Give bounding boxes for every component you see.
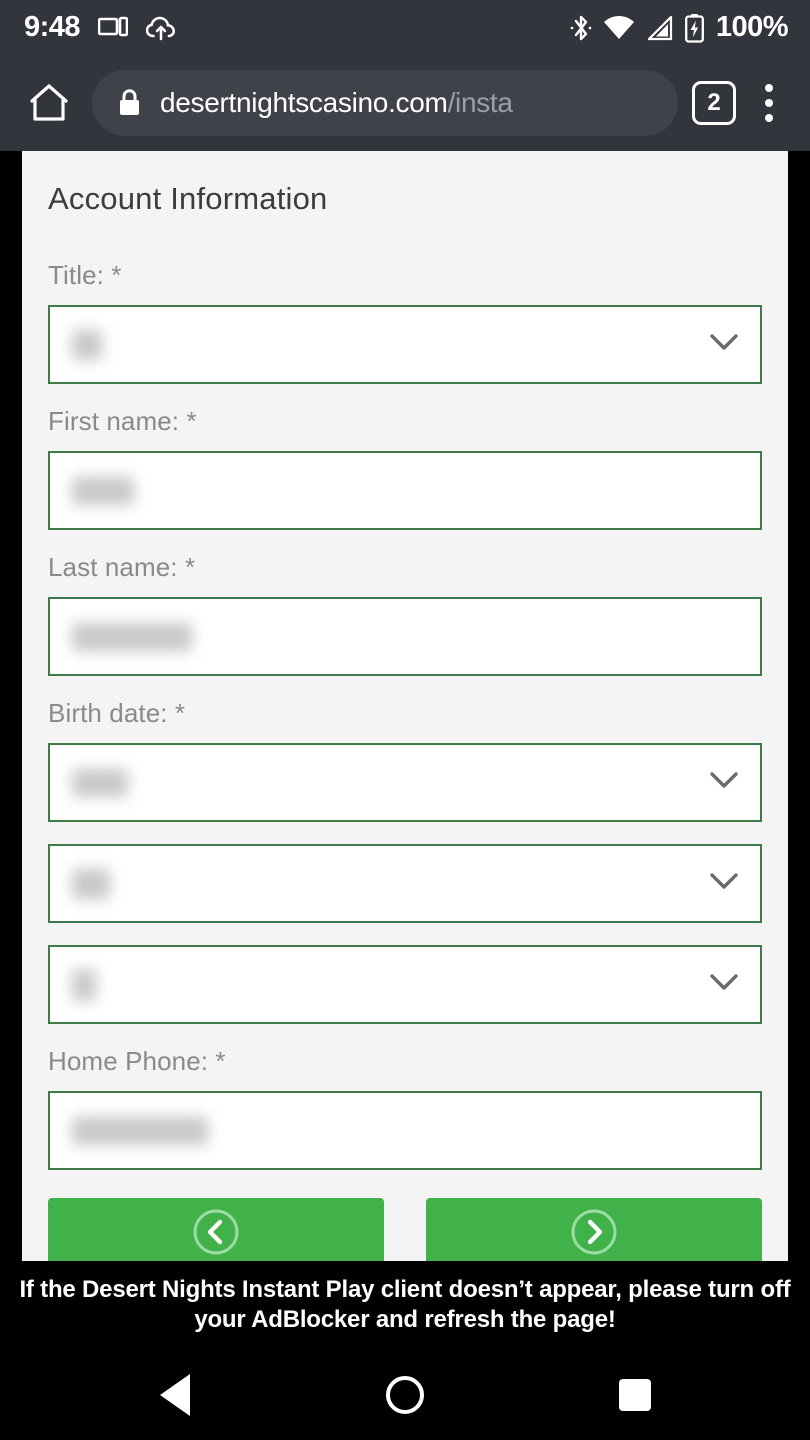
lock-icon (118, 89, 141, 117)
birth-month-select[interactable] (48, 743, 762, 822)
android-device-screen: 9:48 100% desertnightscasino.com/insta 2… (0, 0, 810, 1440)
title-value-redacted (72, 329, 102, 360)
adblocker-notice: If the Desert Nights Instant Play client… (0, 1261, 810, 1350)
birth-year-value-redacted (72, 968, 96, 1001)
overflow-menu-icon[interactable] (742, 72, 796, 134)
wifi-icon (603, 15, 635, 41)
chevron-left-circle-icon (191, 1207, 241, 1260)
chevron-down-icon (710, 333, 738, 356)
menu-dot (765, 114, 773, 122)
recents-square (619, 1379, 651, 1411)
last-name-input[interactable] (48, 597, 762, 676)
field-group-last-name: Last name: * (48, 552, 762, 676)
url-path: /insta (447, 87, 513, 118)
last-name-value-redacted (72, 622, 192, 651)
url-text: desertnightscasino.com/insta (160, 87, 513, 119)
menu-dot (765, 84, 773, 92)
birth-month-value-redacted (72, 768, 128, 797)
birth-day-select[interactable] (48, 844, 762, 923)
field-group-birth-date: Birth date: * (48, 698, 762, 1024)
birth-date-label: Birth date: * (48, 698, 186, 728)
back-icon[interactable] (135, 1360, 215, 1430)
chevron-down-icon (710, 771, 738, 794)
android-navigation-bar (0, 1350, 810, 1440)
home-circle-icon[interactable] (365, 1360, 445, 1430)
battery-charging-icon (684, 13, 704, 43)
url-bar[interactable]: desertnightscasino.com/insta (92, 70, 678, 136)
previous-step-button[interactable] (48, 1198, 384, 1262)
first-name-input[interactable] (48, 451, 762, 530)
home-phone-value-redacted (72, 1116, 208, 1145)
tab-count-label: 2 (707, 89, 721, 116)
status-bar-right: 100% (570, 11, 789, 43)
next-step-button[interactable] (426, 1198, 762, 1262)
battery-percentage: 100% (715, 11, 789, 43)
cast-screen-icon (98, 16, 129, 40)
status-bar: 9:48 100% (0, 0, 810, 55)
registration-form-page: Account Information Title: * First name:… (22, 151, 788, 1262)
field-group-first-name: First name: * (48, 406, 762, 530)
form-navigation (48, 1198, 762, 1262)
recents-icon[interactable] (595, 1360, 675, 1430)
chevron-down-icon (710, 872, 738, 895)
cellular-signal-icon (646, 15, 674, 41)
home-icon[interactable] (18, 72, 80, 134)
title-label: Title: * (48, 260, 122, 290)
status-bar-left: 9:48 (24, 13, 178, 42)
browser-toolbar: desertnightscasino.com/insta 2 (0, 55, 810, 151)
home-phone-label: Home Phone: * (48, 1046, 226, 1076)
chevron-down-icon (710, 973, 738, 996)
cloud-upload-icon (146, 15, 178, 41)
url-domain: desertnightscasino.com (160, 87, 448, 118)
status-clock: 9:48 (24, 11, 81, 43)
menu-dot (765, 99, 773, 107)
first-name-label: First name: * (48, 406, 197, 436)
web-viewport: Account Information Title: * First name:… (0, 151, 810, 1262)
home-ring (386, 1376, 424, 1414)
page-title: Account Information (48, 181, 328, 216)
birth-year-select[interactable] (48, 945, 762, 1024)
home-phone-input[interactable] (48, 1091, 762, 1170)
field-group-home-phone: Home Phone: * (48, 1046, 762, 1170)
tab-switcher-button[interactable]: 2 (692, 81, 736, 125)
first-name-value-redacted (72, 476, 134, 505)
title-select[interactable] (48, 305, 762, 384)
bluetooth-icon (570, 13, 592, 43)
chevron-right-circle-icon (569, 1207, 619, 1260)
last-name-label: Last name: * (48, 552, 196, 582)
birth-day-value-redacted (72, 868, 110, 899)
field-group-title: Title: * (48, 260, 762, 384)
back-triangle (160, 1374, 190, 1416)
